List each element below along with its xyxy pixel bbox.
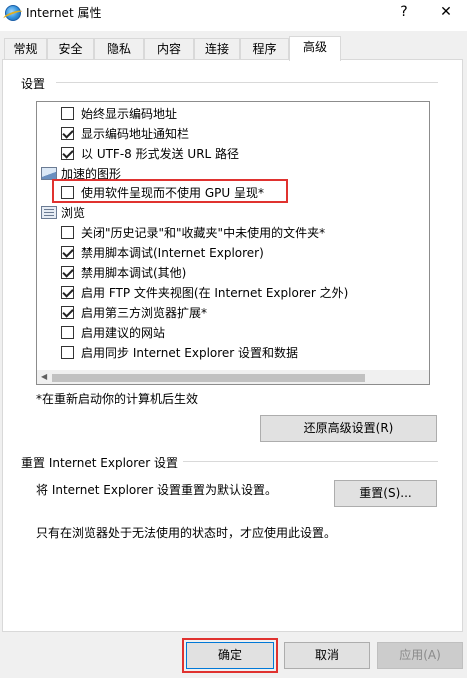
- highlight-gpu-option: [52, 179, 288, 203]
- tab-general[interactable]: 常规: [4, 38, 47, 60]
- close-button[interactable]: ✕: [428, 0, 464, 24]
- setting-label: 始终显示编码地址: [81, 107, 178, 121]
- checkbox[interactable]: [61, 266, 74, 279]
- tab-privacy[interactable]: 隐私: [94, 38, 144, 60]
- horizontal-scrollbar[interactable]: ◀ ▶: [37, 370, 429, 384]
- tab-strip: 常规 安全 隐私 内容 连接 程序 高级: [0, 36, 467, 61]
- setting-label: 启用 FTP 文件夹视图(在 Internet Explorer 之外): [81, 286, 349, 300]
- checkbox[interactable]: [61, 127, 74, 140]
- setting-label: 启用第三方浏览器扩展*: [81, 306, 208, 320]
- settings-group-divider: [56, 82, 438, 83]
- checkbox[interactable]: [61, 286, 74, 299]
- restore-advanced-settings-button[interactable]: 还原高级设置(R): [260, 415, 437, 442]
- setting-label: 禁用脚本调试(其他): [81, 266, 187, 280]
- checkbox[interactable]: [61, 107, 74, 120]
- reset-warning: 只有在浏览器处于无法使用的状态时，才应使用此设置。: [36, 526, 337, 540]
- horizontal-scroll-thumb[interactable]: [52, 374, 365, 382]
- category-label: 浏览: [61, 206, 86, 220]
- checkbox[interactable]: [61, 306, 74, 319]
- checkbox[interactable]: [61, 246, 74, 259]
- checkbox[interactable]: [61, 147, 74, 160]
- window-title: Internet 属性: [26, 6, 102, 20]
- settings-listbox[interactable]: 始终显示编码地址 显示编码地址通知栏 以 UTF-8 形式发送 URL 路径 加…: [36, 101, 430, 385]
- setting-label: 禁用脚本调试(Internet Explorer): [81, 246, 264, 260]
- tab-connections[interactable]: 连接: [194, 38, 240, 60]
- internet-explorer-icon: [5, 5, 21, 21]
- setting-label: 启用同步 Internet Explorer 设置和数据: [81, 346, 299, 360]
- reset-button[interactable]: 重置(S)...: [334, 480, 437, 507]
- scroll-left-icon[interactable]: ◀: [41, 372, 47, 382]
- setting-label: 关闭"历史记录"和"收藏夹"中未使用的文件夹*: [81, 226, 326, 240]
- apply-button[interactable]: 应用(A): [377, 642, 463, 669]
- list-icon: [41, 206, 57, 219]
- reset-description: 将 Internet Explorer 设置重置为默认设置。: [36, 483, 278, 497]
- setting-label: 以 UTF-8 形式发送 URL 路径: [81, 147, 240, 161]
- setting-label: 显示编码地址通知栏: [81, 127, 190, 141]
- restart-note: *在重新启动你的计算机后生效: [36, 392, 199, 406]
- setting-label: 启用建议的网站: [81, 326, 166, 340]
- checkbox[interactable]: [61, 326, 74, 339]
- tab-advanced[interactable]: 高级: [289, 36, 341, 61]
- reset-group-title: 重置 Internet Explorer 设置: [21, 456, 179, 470]
- settings-group-title: 设置: [21, 77, 46, 91]
- reset-group-divider: [183, 461, 438, 462]
- tab-content[interactable]: 内容: [144, 38, 194, 60]
- highlight-ok-button: [182, 638, 278, 673]
- checkbox[interactable]: [61, 346, 74, 359]
- tab-security[interactable]: 安全: [47, 38, 94, 60]
- help-button[interactable]: ?: [386, 0, 422, 24]
- cancel-button[interactable]: 取消: [284, 642, 370, 669]
- checkbox[interactable]: [61, 226, 74, 239]
- tab-programs[interactable]: 程序: [240, 38, 289, 60]
- title-bar: Internet 属性 ? ✕: [0, 0, 467, 31]
